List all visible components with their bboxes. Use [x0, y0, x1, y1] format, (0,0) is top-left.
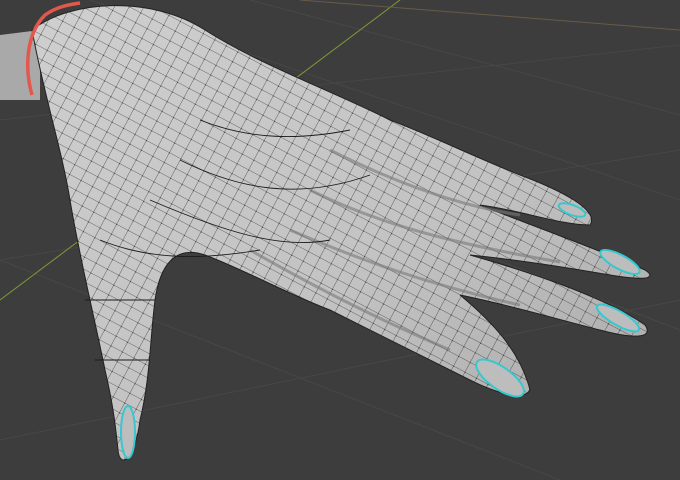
viewport-canvas[interactable] [0, 0, 680, 480]
hand-mesh[interactable] [31, 5, 651, 461]
3d-viewport[interactable] [0, 0, 680, 480]
hand-wireframe [32, 5, 651, 460]
nail-thumb [120, 405, 136, 459]
grid-axis-y [299, 0, 680, 31]
